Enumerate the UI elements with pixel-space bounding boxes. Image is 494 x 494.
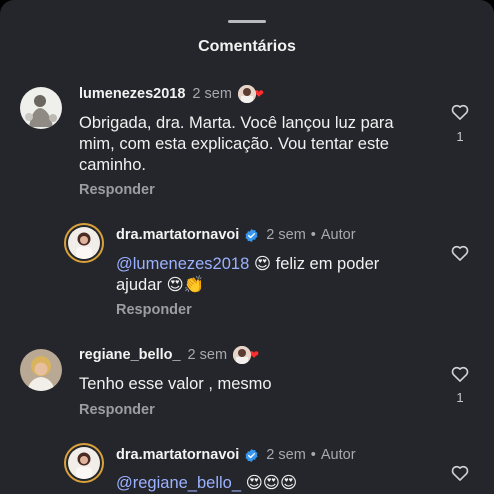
avatar[interactable] [20, 349, 62, 391]
reply-button[interactable]: Responder [79, 402, 155, 418]
drag-handle[interactable] [228, 20, 266, 23]
author-label: Autor [320, 227, 356, 243]
author-liked-avatar [237, 85, 256, 103]
comment-body: 😍😍😍 [245, 474, 298, 492]
comment-text: Obrigada, dra. Marta. Você lançou luz pa… [79, 114, 394, 174]
separator-dot: • [310, 447, 316, 463]
avatar[interactable] [64, 443, 104, 483]
like-count: 1 [456, 129, 464, 144]
sheet-title: Comentários [198, 38, 296, 55]
comment-meta: lumenezes2018 2 sem ❤ [79, 84, 264, 104]
comments-sheet: Comentários lumenezes2018 2 sem ❤ Obriga… [0, 0, 494, 494]
reply-button[interactable]: Responder [116, 302, 192, 318]
comment-meta: dra.martatornavoi 2 sem • Autor [116, 225, 356, 245]
like-heart-icon[interactable] [450, 364, 470, 384]
reply-button[interactable]: Responder [79, 182, 155, 198]
like-heart-icon[interactable] [450, 463, 470, 483]
avatar[interactable] [64, 223, 104, 263]
username[interactable]: lumenezes2018 [79, 84, 185, 104]
username[interactable]: dra.martatornavoi [116, 445, 239, 465]
timestamp: 2 sem [187, 347, 228, 363]
comment-text: @lumenezes2018 😍 feliz em poder ajudar 😍… [116, 254, 426, 296]
verified-badge-icon [245, 448, 258, 462]
username[interactable]: dra.martatornavoi [116, 225, 239, 245]
comment-text: Tenho esse valor , mesmo [79, 375, 272, 393]
timestamp: 2 sem [266, 227, 306, 243]
like-count: 1 [456, 390, 464, 405]
mention-link[interactable]: @regiane_bello_ [116, 474, 241, 492]
mention-link[interactable]: @lumenezes2018 [116, 255, 249, 273]
timestamp: 2 sem [266, 447, 306, 463]
comment-text: @regiane_bello_ 😍😍😍 [116, 473, 426, 494]
avatar[interactable] [20, 87, 62, 129]
username[interactable]: regiane_bello_ [79, 345, 181, 365]
comment-meta: regiane_bello_ 2 sem ❤ [79, 345, 259, 365]
like-heart-icon[interactable] [450, 243, 470, 263]
like-heart-icon[interactable] [450, 102, 470, 122]
author-label: Autor [320, 447, 356, 463]
timestamp: 2 sem [192, 86, 232, 102]
verified-badge-icon [245, 228, 258, 242]
comment-meta: dra.martatornavoi 2 sem • Autor [116, 445, 356, 465]
separator-dot: • [310, 227, 316, 243]
author-liked-avatar [233, 346, 252, 364]
